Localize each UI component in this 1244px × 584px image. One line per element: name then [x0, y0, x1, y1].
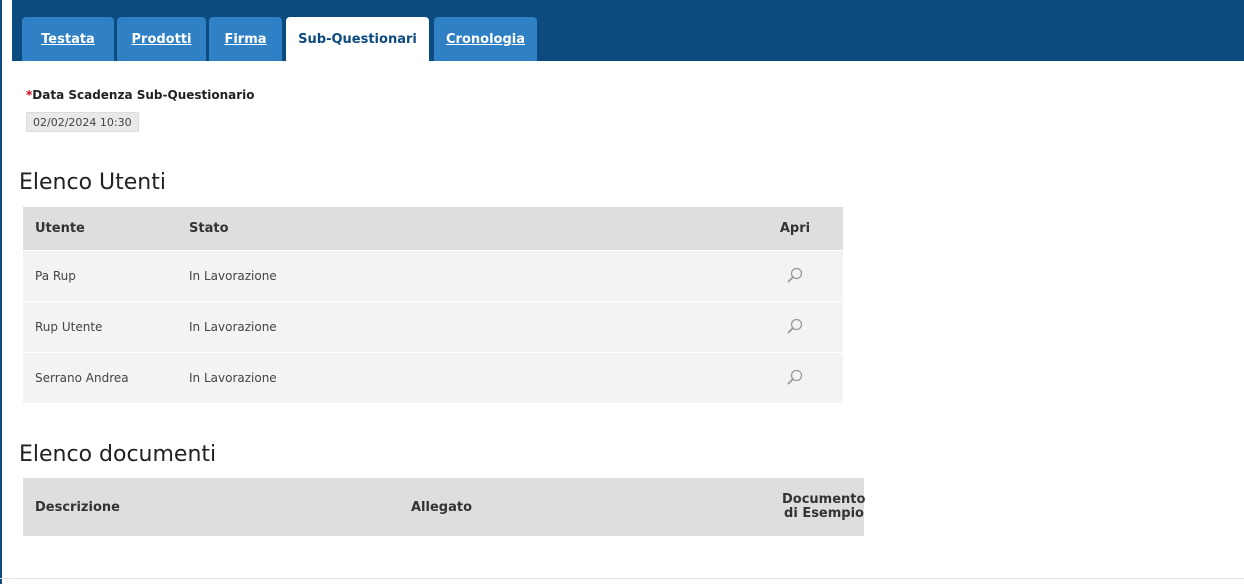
header-documento-esempio: Documento di Esempio	[782, 492, 866, 521]
open-button[interactable]	[763, 266, 827, 287]
users-table: Utente Stato Apri Pa Rup In Lavorazione …	[23, 207, 843, 403]
magnifier-icon[interactable]	[786, 266, 804, 284]
header-documento-line2: di Esempio	[784, 506, 864, 521]
row-user: Pa Rup	[35, 269, 76, 283]
tab-cronologia[interactable]: Cronologia	[434, 17, 537, 61]
tab-firma[interactable]: Firma	[209, 17, 282, 61]
row-user: Serrano Andrea	[35, 371, 129, 385]
documents-table: Descrizione Allegato Documento di Esempi…	[23, 478, 866, 536]
open-button[interactable]	[763, 317, 827, 338]
tab-prodotti[interactable]: Prodotti	[117, 17, 206, 61]
table-row: Pa Rup In Lavorazione	[23, 250, 843, 301]
row-status: In Lavorazione	[189, 371, 277, 385]
deadline-label-text: Data Scadenza Sub-Questionario	[32, 88, 255, 102]
users-table-header: Utente Stato Apri	[23, 207, 843, 250]
footer-divider	[0, 578, 1244, 579]
header-apri: Apri	[779, 221, 811, 236]
header-stato: Stato	[189, 221, 229, 236]
table-row: Serrano Andrea In Lavorazione	[23, 352, 843, 403]
header-utente: Utente	[35, 221, 85, 236]
header-documento-line1: Documento	[782, 492, 866, 507]
magnifier-icon[interactable]	[786, 368, 804, 386]
header-descrizione: Descrizione	[35, 499, 120, 515]
deadline-label: *Data Scadenza Sub-Questionario	[26, 88, 255, 102]
row-user: Rup Utente	[35, 320, 103, 334]
tab-bar: Testata Prodotti Firma Sub-Questionari C…	[12, 0, 1244, 61]
deadline-value: 02/02/2024 10:30	[26, 112, 139, 132]
tab-sub-questionari[interactable]: Sub-Questionari	[286, 17, 429, 61]
documents-table-header: Descrizione Allegato Documento di Esempi…	[23, 478, 866, 536]
table-row: Rup Utente In Lavorazione	[23, 301, 843, 352]
tab-testata[interactable]: Testata	[22, 17, 114, 61]
open-button[interactable]	[763, 368, 827, 389]
magnifier-icon[interactable]	[786, 317, 804, 335]
row-status: In Lavorazione	[189, 320, 277, 334]
header-allegato: Allegato	[411, 499, 473, 515]
row-status: In Lavorazione	[189, 269, 277, 283]
documents-section-title: Elenco documenti	[19, 442, 217, 467]
users-section-title: Elenco Utenti	[19, 170, 166, 195]
